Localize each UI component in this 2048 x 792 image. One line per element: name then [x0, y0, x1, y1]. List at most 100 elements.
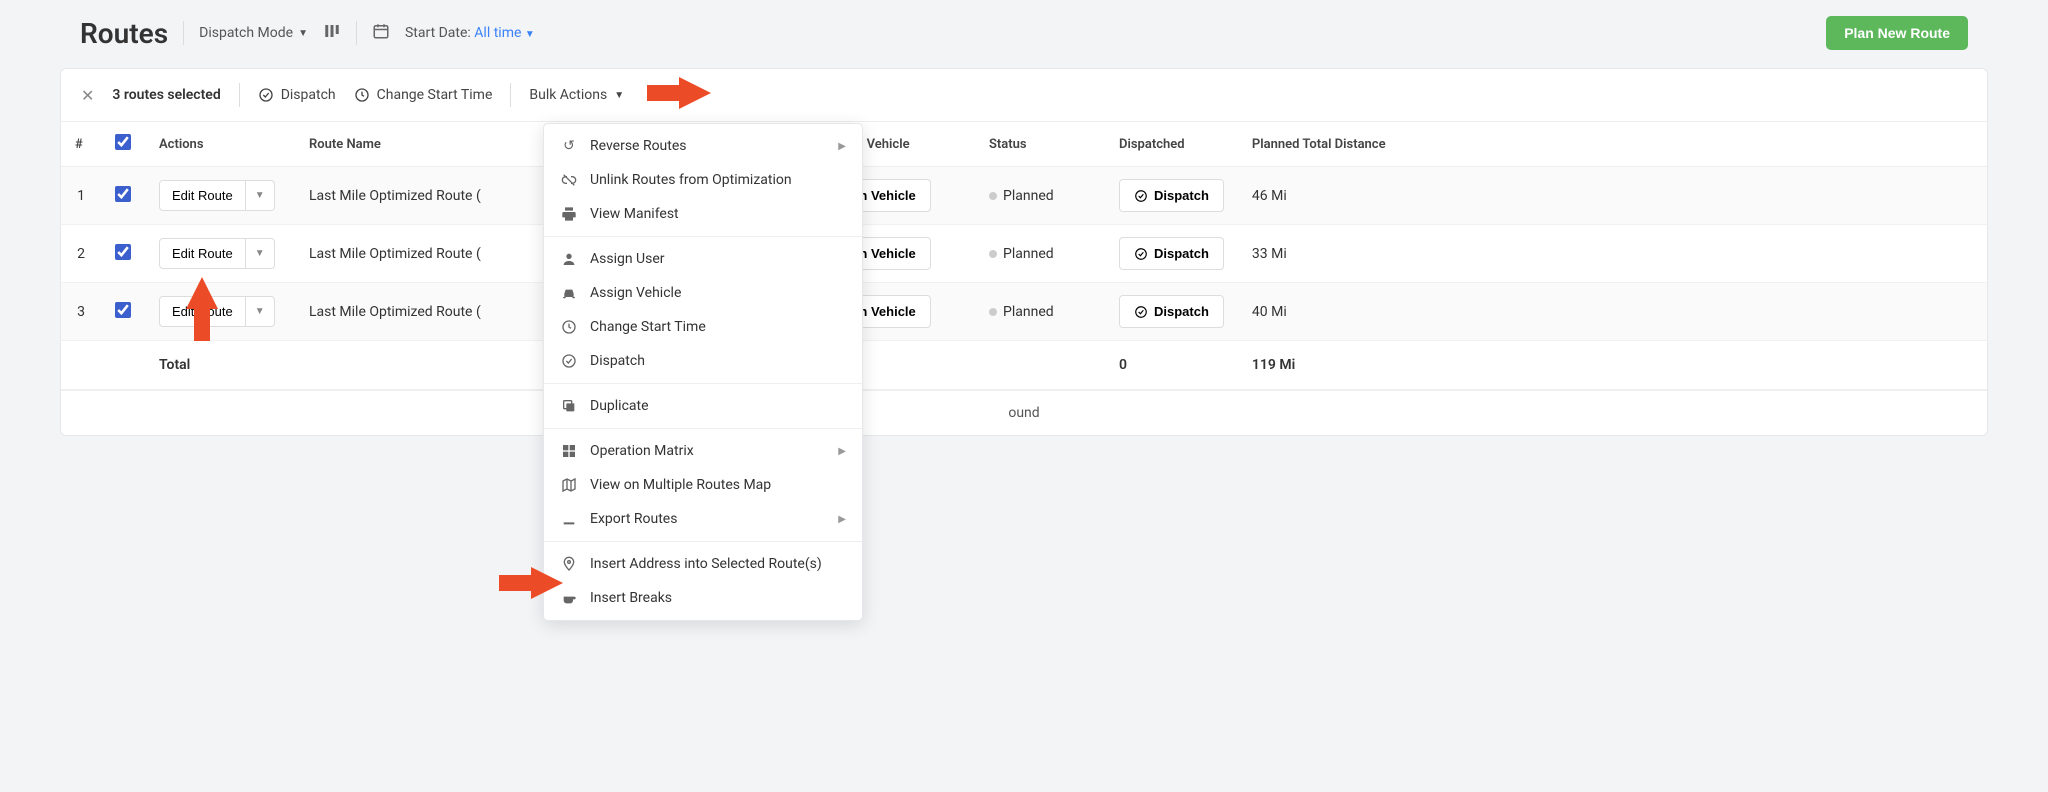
close-icon[interactable]: ✕: [81, 86, 94, 105]
item-label: View on Multiple Routes Map: [590, 477, 771, 493]
unlink-icon: [560, 172, 578, 188]
table-row: 1 Edit Route▼ Last Mile Optimized Route …: [61, 167, 1987, 225]
total-count: 0: [1105, 341, 1238, 390]
insert-address-item[interactable]: Insert Address into Selected Route(s): [544, 547, 862, 581]
copy-icon: [560, 398, 578, 414]
dispatch-label: Dispatch: [281, 87, 336, 103]
grid-icon: [560, 443, 578, 459]
dispatch-button[interactable]: Dispatch: [1119, 237, 1224, 270]
edit-route-button[interactable]: Edit Route: [159, 238, 246, 269]
row-checkbox[interactable]: [115, 186, 131, 202]
status-dot-icon: [989, 308, 997, 316]
change-start-time-action[interactable]: Change Start Time: [354, 87, 493, 103]
total-distance: 119 Mi: [1238, 341, 1987, 390]
dispatch-button[interactable]: Dispatch: [1119, 295, 1224, 328]
insert-breaks-item[interactable]: Insert Breaks: [544, 581, 862, 615]
assign-vehicle-item[interactable]: Assign Vehicle: [544, 276, 862, 310]
selected-count: 3 routes selected: [112, 87, 220, 103]
check-circle-icon: [560, 353, 578, 369]
caret-down-icon: ▼: [614, 90, 624, 101]
assign-user-item[interactable]: Assign User: [544, 242, 862, 276]
divider: [183, 21, 184, 45]
select-all-checkbox[interactable]: [115, 134, 131, 150]
col-number[interactable]: #: [61, 122, 101, 167]
dispatch-button[interactable]: Dispatch: [1119, 179, 1224, 212]
bulk-actions-dropdown[interactable]: Bulk Actions ▼: [529, 87, 624, 103]
change-start-time-item[interactable]: Change Start Time: [544, 310, 862, 344]
edit-route-dropdown[interactable]: ▼: [246, 296, 275, 327]
check-circle-icon: [1134, 305, 1148, 319]
status-dot-icon: [989, 250, 997, 258]
row-number: 3: [61, 283, 101, 341]
unlink-routes-item[interactable]: Unlink Routes from Optimization: [544, 163, 862, 197]
menu-divider: [544, 383, 862, 384]
row-checkbox[interactable]: [115, 302, 131, 318]
columns-icon[interactable]: [323, 22, 341, 44]
row-number: 2: [61, 225, 101, 283]
multi-routes-map-item[interactable]: View on Multiple Routes Map: [544, 468, 862, 502]
divider: [239, 83, 240, 107]
status-dot-icon: [989, 192, 997, 200]
print-icon: [560, 206, 578, 222]
status-cell: Planned: [975, 167, 1105, 225]
start-date-value[interactable]: All time ▼: [474, 25, 535, 41]
item-label: Assign User: [590, 251, 665, 267]
item-label: Dispatch: [590, 353, 645, 369]
reverse-routes-item[interactable]: ↺ Reverse Routes ▶: [544, 129, 862, 163]
col-status[interactable]: Status: [975, 122, 1105, 167]
col-actions[interactable]: Actions: [145, 122, 295, 167]
dispatch-mode-label: Dispatch Mode: [199, 25, 293, 41]
calendar-icon[interactable]: [372, 22, 390, 44]
item-label: Change Start Time: [590, 319, 706, 335]
submenu-caret-icon: ▶: [838, 141, 846, 152]
edit-route-button[interactable]: Edit Route: [159, 180, 246, 211]
distance-cell: 33 Mi: [1238, 225, 1987, 283]
annotation-arrow: [531, 567, 563, 599]
annotation-arrow: [679, 77, 711, 109]
export-routes-item[interactable]: Export Routes ▶: [544, 502, 862, 536]
item-label: Insert Address into Selected Route(s): [590, 556, 822, 572]
download-icon: [560, 511, 578, 527]
edit-route-dropdown[interactable]: ▼: [246, 238, 275, 269]
dispatch-mode-dropdown[interactable]: Dispatch Mode ▼: [199, 25, 308, 41]
check-circle-icon: [1134, 189, 1148, 203]
annotation-arrow: [186, 277, 218, 309]
user-icon: [560, 251, 578, 267]
menu-divider: [544, 428, 862, 429]
results-message: ound: [61, 390, 1987, 435]
table-row: 2 Edit Route▼ Last Mile Optimized Route …: [61, 225, 1987, 283]
operation-matrix-item[interactable]: Operation Matrix ▶: [544, 434, 862, 468]
caret-down-icon: ▼: [298, 28, 308, 39]
clock-icon: [560, 319, 578, 335]
reverse-icon: ↺: [560, 138, 578, 154]
col-dispatched[interactable]: Dispatched: [1105, 122, 1238, 167]
distance-cell: 40 Mi: [1238, 283, 1987, 341]
col-distance[interactable]: Planned Total Distance: [1238, 122, 1987, 167]
car-icon: [560, 285, 578, 301]
status-cell: Planned: [975, 225, 1105, 283]
distance-cell: 46 Mi: [1238, 167, 1987, 225]
divider: [356, 21, 357, 45]
view-manifest-item[interactable]: View Manifest: [544, 197, 862, 231]
duplicate-item[interactable]: Duplicate: [544, 389, 862, 423]
menu-divider: [544, 236, 862, 237]
page-title: Routes: [80, 17, 168, 50]
submenu-caret-icon: ▶: [838, 446, 846, 457]
edit-route-dropdown[interactable]: ▼: [246, 180, 275, 211]
change-time-label: Change Start Time: [377, 87, 493, 103]
dispatch-action[interactable]: Dispatch: [258, 87, 336, 103]
dispatch-item[interactable]: Dispatch: [544, 344, 862, 378]
submenu-caret-icon: ▶: [838, 514, 846, 525]
routes-table: # Actions Route Name Assigned Vehicle St…: [61, 122, 1987, 390]
item-label: Reverse Routes: [590, 138, 687, 154]
menu-divider: [544, 541, 862, 542]
item-label: Unlink Routes from Optimization: [590, 172, 792, 188]
item-label: Duplicate: [590, 398, 649, 414]
clock-icon: [354, 87, 370, 103]
map-icon: [560, 477, 578, 493]
caret-down-icon: ▼: [525, 29, 535, 40]
row-checkbox[interactable]: [115, 244, 131, 260]
start-date-label: Start Date:: [405, 25, 471, 41]
plan-new-route-button[interactable]: Plan New Route: [1826, 16, 1968, 50]
status-cell: Planned: [975, 283, 1105, 341]
